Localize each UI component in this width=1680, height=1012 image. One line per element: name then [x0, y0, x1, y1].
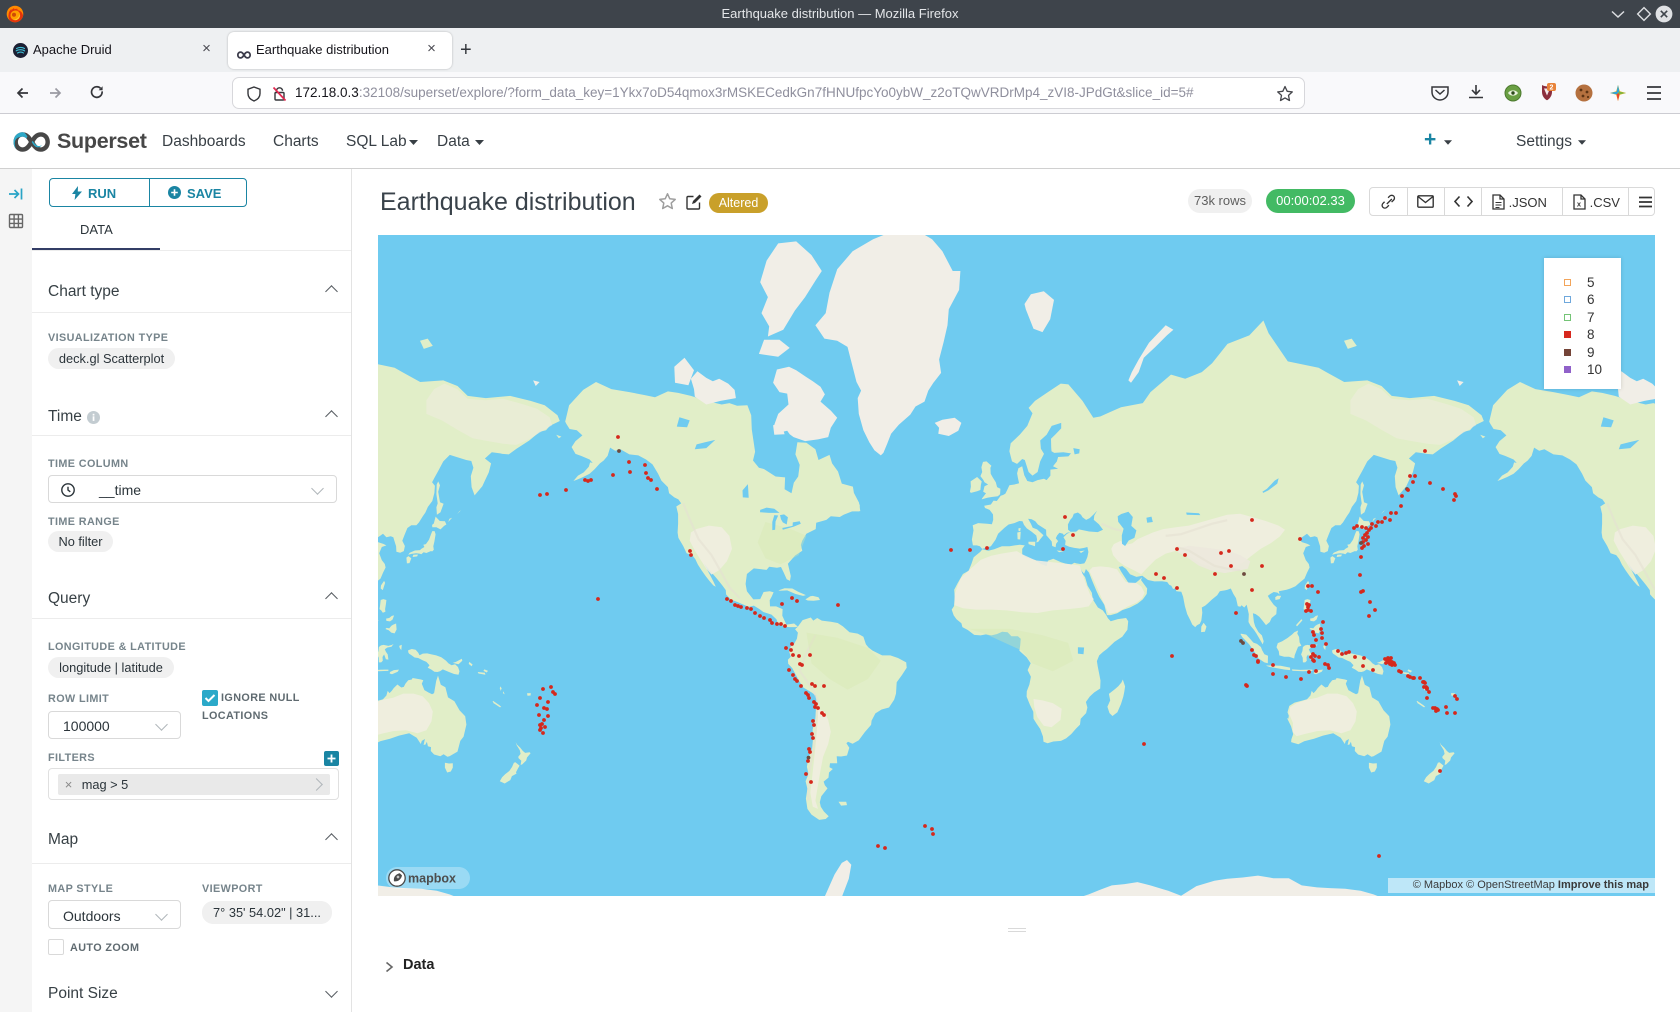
- svg-text:x: x: [1577, 200, 1582, 209]
- svg-text:mapbox: mapbox: [408, 872, 456, 886]
- svg-text:2: 2: [1550, 85, 1554, 92]
